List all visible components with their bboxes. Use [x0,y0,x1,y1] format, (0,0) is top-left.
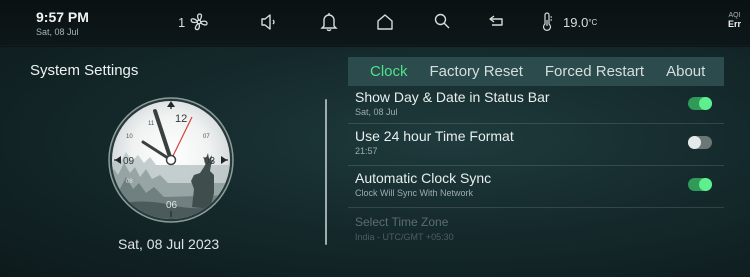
status-time-block: 9:57 PM Sat, 08 Jul [36,9,89,37]
auto-clock-sync-toggle[interactable] [688,178,712,191]
show-date-toggle[interactable] [688,97,712,110]
clock-number-12: 12 [175,113,187,125]
scroll-indicator[interactable] [325,99,327,245]
setting-title: Use 24 hour Time Format [355,128,514,144]
fan-icon [190,13,208,31]
clock-number-10: 10 [126,134,133,140]
full-date-display: Sat, 08 Jul 2023 [118,236,220,252]
clock-number-03: 03 [204,156,216,167]
status-date: Sat, 08 Jul [36,27,79,37]
setting-subtitle: 21:57 [355,146,378,156]
home-icon [377,14,393,30]
clock-number-09: 09 [123,156,135,167]
setting-row-time-zone: Select Time Zone India - UTC/GMT +05:30 [348,208,724,250]
aqi-indicator[interactable]: AQI Err [728,11,741,29]
clock-number-07: 07 [203,134,210,140]
tab-factory-reset[interactable]: Factory Reset [419,63,534,80]
speaker-icon [261,14,275,30]
notifications-button[interactable] [320,12,338,32]
setting-subtitle: India - UTC/GMT +05:30 [355,232,454,242]
setting-title: Select Time Zone [355,215,449,229]
temperature-unit: °C [588,17,598,27]
search-icon [434,13,450,29]
setting-title: Automatic Clock Sync [355,170,492,186]
clock-number-06: 06 [166,200,178,211]
aqi-value: Err [727,19,741,29]
clock-number-11: 11 [148,121,155,127]
fan-control[interactable]: 1 [178,12,209,32]
back-button[interactable] [487,14,507,28]
setting-row-24-hour[interactable]: Use 24 hour Time Format 21:57 [348,124,724,166]
setting-row-auto-sync[interactable]: Automatic Clock Sync Clock Will Sync Wit… [348,166,724,208]
temperature-value: 19.0 [563,14,589,30]
home-button[interactable] [376,12,394,32]
tab-forced-restart[interactable]: Forced Restart [534,63,655,80]
temperature-display[interactable]: 19.0 °C [541,12,597,32]
status-time: 9:57 PM [36,9,89,25]
tab-about[interactable]: About [655,63,716,80]
analog-clock: 12 09 03 06 11 10 07 08 [108,97,234,223]
setting-row-show-date[interactable]: Show Day & Date in Status Bar Sat, 08 Ju… [348,89,724,124]
tab-clock[interactable]: Clock [348,63,419,80]
bell-icon [320,13,338,32]
setting-subtitle: Clock Will Sync With Network [355,188,474,198]
clock-settings-list: Show Day & Date in Status Bar Sat, 08 Ju… [348,89,724,250]
thermometer-icon [542,12,552,31]
setting-subtitle: Sat, 08 Jul [355,107,398,117]
24-hour-format-toggle[interactable] [688,136,712,149]
page-title: System Settings [30,62,139,79]
search-button[interactable] [433,12,451,30]
main-panel: System Settings 12 09 03 06 11 10 07 08 … [0,47,750,277]
setting-title: Show Day & Date in Status Bar [355,89,550,105]
return-icon [489,15,503,26]
clock-number-08: 08 [126,179,133,185]
settings-tabs: Clock Factory Reset Forced Restart About [348,57,724,86]
volume-button[interactable] [259,12,279,32]
fan-speed-value: 1 [178,14,186,30]
status-bar: 9:57 PM Sat, 08 Jul 1 19.0 °C AQI Err [0,0,750,46]
